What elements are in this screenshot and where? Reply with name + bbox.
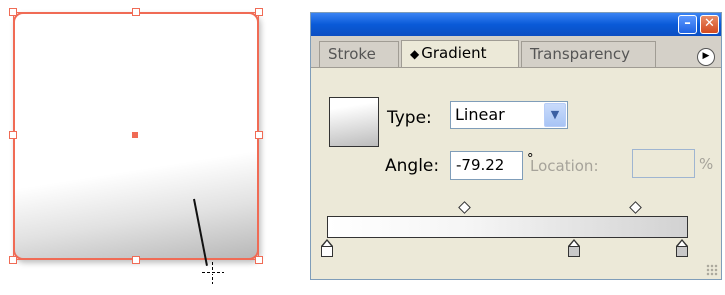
- artboard[interactable]: [0, 0, 290, 295]
- close-button[interactable]: ✕: [700, 15, 719, 34]
- panel-title-bar[interactable]: – ✕: [311, 13, 721, 36]
- tab-transparency[interactable]: Transparency: [521, 41, 656, 67]
- location-label: Location:: [530, 157, 599, 175]
- handle-top-right[interactable]: [255, 8, 263, 16]
- chevron-down-icon[interactable]: ▼: [544, 103, 566, 127]
- angle-label: Angle:: [385, 156, 440, 176]
- gradient-tool-cursor-icon: [202, 262, 224, 284]
- minimize-button[interactable]: –: [678, 15, 697, 34]
- handle-bottom-left[interactable]: [9, 256, 17, 264]
- gradient-stop[interactable]: [321, 239, 334, 259]
- resize-grip-icon[interactable]: [706, 264, 718, 276]
- gradient-slider-bar[interactable]: [327, 216, 688, 238]
- gradient-panel: – ✕ Stroke Transparency ◆ Gradient ▶ Type…: [310, 12, 722, 280]
- type-label: Type:: [387, 108, 432, 128]
- center-point: [132, 132, 138, 138]
- gradient-stop[interactable]: [676, 239, 689, 259]
- location-field[interactable]: [632, 149, 695, 178]
- handle-top-left[interactable]: [9, 8, 17, 16]
- tab-label: Gradient: [421, 44, 487, 62]
- tab-label: Transparency: [530, 45, 631, 63]
- tab-gradient[interactable]: ◆ Gradient: [401, 40, 519, 67]
- tab-label: Stroke: [328, 45, 376, 63]
- handle-bottom-center[interactable]: [132, 256, 140, 264]
- panel-menu-icon[interactable]: ▶: [697, 48, 715, 66]
- gradient-midpoint-diamond[interactable]: [458, 201, 471, 214]
- type-value: Linear: [455, 105, 505, 124]
- options-toggle-icon[interactable]: ◆: [410, 47, 419, 61]
- tab-bar: Stroke Transparency ◆ Gradient ▶: [311, 36, 721, 68]
- tab-stroke[interactable]: Stroke: [319, 41, 399, 67]
- handle-bottom-right[interactable]: [255, 256, 263, 264]
- minimize-icon: –: [684, 16, 691, 31]
- type-dropdown[interactable]: Linear ▼: [450, 101, 568, 129]
- gradient-midpoint-diamond[interactable]: [629, 201, 642, 214]
- angle-field[interactable]: -79.22: [450, 151, 523, 180]
- close-icon: ✕: [704, 16, 715, 31]
- handle-middle-right[interactable]: [255, 131, 263, 139]
- percent-symbol: %: [699, 155, 714, 173]
- handle-top-center[interactable]: [132, 8, 140, 16]
- gradient-stop[interactable]: [568, 239, 581, 259]
- gradient-preview-swatch[interactable]: [329, 97, 379, 147]
- handle-middle-left[interactable]: [9, 131, 17, 139]
